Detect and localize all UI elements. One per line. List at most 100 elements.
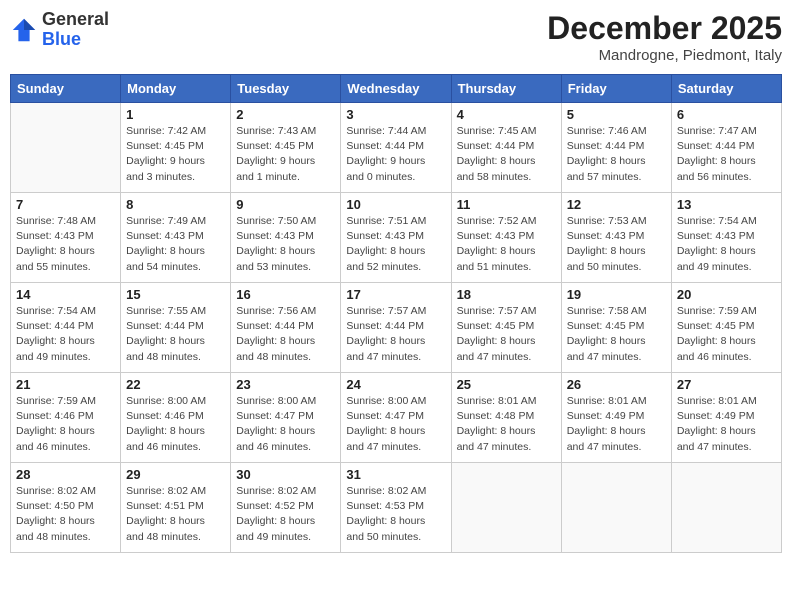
calendar-cell: 11 Sunrise: 7:52 AMSunset: 4:43 PMDayligh… — [451, 193, 561, 283]
day-info: Sunrise: 8:01 AMSunset: 4:49 PMDaylight:… — [567, 394, 666, 455]
day-number: 10 — [346, 197, 445, 212]
calendar-cell: 4Sunrise: 7:45 AMSunset: 4:44 PMDaylight… — [451, 103, 561, 193]
calendar-cell: 6Sunrise: 7:47 AMSunset: 4:44 PMDaylight… — [671, 103, 781, 193]
day-info: Sunrise: 7:51 AMSunset: 4:43 PMDaylight:… — [346, 214, 445, 275]
calendar-cell: 8 Sunrise: 7:49 AMSunset: 4:43 PMDaylight… — [121, 193, 231, 283]
day-info: Sunrise: 8:01 AMSunset: 4:49 PMDaylight:… — [677, 394, 776, 455]
calendar-cell: 22Sunrise: 8:00 AMSunset: 4:46 PMDayligh… — [121, 373, 231, 463]
calendar-cell: 7 Sunrise: 7:48 AMSunset: 4:43 PMDaylight… — [11, 193, 121, 283]
calendar-cell: 9 Sunrise: 7:50 AMSunset: 4:43 PMDaylight… — [231, 193, 341, 283]
day-number: 31 — [346, 467, 445, 482]
day-number: 1 — [126, 107, 225, 122]
day-number: 9 — [236, 197, 335, 212]
day-info: Sunrise: 8:02 AMSunset: 4:51 PMDaylight:… — [126, 484, 225, 545]
day-info: Sunrise: 7:59 AMSunset: 4:45 PMDaylight:… — [677, 304, 776, 365]
day-number: 5 — [567, 107, 666, 122]
day-info: Sunrise: 7:57 AMSunset: 4:44 PMDaylight:… — [346, 304, 445, 365]
column-header-thursday: Thursday — [451, 75, 561, 103]
day-info: Sunrise: 7:59 AMSunset: 4:46 PMDaylight:… — [16, 394, 115, 455]
week-row-3: 14Sunrise: 7:54 AMSunset: 4:44 PMDayligh… — [11, 283, 782, 373]
day-number: 12 — [567, 197, 666, 212]
day-number: 6 — [677, 107, 776, 122]
day-number: 23 — [236, 377, 335, 392]
calendar-cell: 28Sunrise: 8:02 AMSunset: 4:50 PMDayligh… — [11, 463, 121, 553]
day-number: 16 — [236, 287, 335, 302]
day-info: Sunrise: 8:00 AMSunset: 4:47 PMDaylight:… — [346, 394, 445, 455]
column-header-sunday: Sunday — [11, 75, 121, 103]
day-info: Sunrise: 7:44 AMSunset: 4:44 PMDaylight:… — [346, 124, 445, 185]
day-number: 20 — [677, 287, 776, 302]
calendar-cell: 24 Sunrise: 8:00 AMSunset: 4:47 PMDayligh… — [341, 373, 451, 463]
day-number: 7 — [16, 197, 115, 212]
day-info: Sunrise: 7:50 AMSunset: 4:43 PMDaylight:… — [236, 214, 335, 275]
day-number: 26 — [567, 377, 666, 392]
day-number: 19 — [567, 287, 666, 302]
calendar-cell: 27Sunrise: 8:01 AMSunset: 4:49 PMDayligh… — [671, 373, 781, 463]
day-number: 29 — [126, 467, 225, 482]
day-info: Sunrise: 8:02 AMSunset: 4:53 PMDaylight:… — [346, 484, 445, 545]
day-info: Sunrise: 7:54 AMSunset: 4:43 PMDaylight:… — [677, 214, 776, 275]
day-info: Sunrise: 7:52 AMSunset: 4:43 PMDaylight:… — [457, 214, 556, 275]
calendar-cell: 15 Sunrise: 7:55 AMSunset: 4:44 PMDayligh… — [121, 283, 231, 373]
calendar-cell: 16 Sunrise: 7:56 AMSunset: 4:44 PMDayligh… — [231, 283, 341, 373]
month-title: December 2025 — [547, 10, 782, 47]
day-info: Sunrise: 7:42 AMSunset: 4:45 PMDaylight:… — [126, 124, 225, 185]
calendar-cell: 10 Sunrise: 7:51 AMSunset: 4:43 PMDayligh… — [341, 193, 451, 283]
calendar-cell: 14Sunrise: 7:54 AMSunset: 4:44 PMDayligh… — [11, 283, 121, 373]
calendar-cell: 17 Sunrise: 7:57 AMSunset: 4:44 PMDayligh… — [341, 283, 451, 373]
day-number: 14 — [16, 287, 115, 302]
day-info: Sunrise: 7:45 AMSunset: 4:44 PMDaylight:… — [457, 124, 556, 185]
calendar-cell: 13 Sunrise: 7:54 AMSunset: 4:43 PMDayligh… — [671, 193, 781, 283]
day-info: Sunrise: 7:49 AMSunset: 4:43 PMDaylight:… — [126, 214, 225, 275]
calendar-cell: 29 Sunrise: 8:02 AMSunset: 4:51 PMDayligh… — [121, 463, 231, 553]
location-subtitle: Mandrogne, Piedmont, Italy — [547, 47, 782, 64]
day-number: 17 — [346, 287, 445, 302]
column-header-friday: Friday — [561, 75, 671, 103]
column-header-monday: Monday — [121, 75, 231, 103]
logo-icon — [10, 16, 38, 44]
calendar-cell: 5 Sunrise: 7:46 AMSunset: 4:44 PMDaylight… — [561, 103, 671, 193]
day-info: Sunrise: 7:46 AMSunset: 4:44 PMDaylight:… — [567, 124, 666, 185]
calendar-cell: 25 Sunrise: 8:01 AMSunset: 4:48 PMDayligh… — [451, 373, 561, 463]
logo-general-text: General — [42, 9, 109, 29]
calendar-cell: 30Sunrise: 8:02 AMSunset: 4:52 PMDayligh… — [231, 463, 341, 553]
week-row-5: 28Sunrise: 8:02 AMSunset: 4:50 PMDayligh… — [11, 463, 782, 553]
day-info: Sunrise: 7:48 AMSunset: 4:43 PMDaylight:… — [16, 214, 115, 275]
day-info: Sunrise: 7:56 AMSunset: 4:44 PMDaylight:… — [236, 304, 335, 365]
day-number: 24 — [346, 377, 445, 392]
day-info: Sunrise: 8:01 AMSunset: 4:48 PMDaylight:… — [457, 394, 556, 455]
calendar-cell — [671, 463, 781, 553]
calendar-header-row: SundayMondayTuesdayWednesdayThursdayFrid… — [11, 75, 782, 103]
calendar: SundayMondayTuesdayWednesdayThursdayFrid… — [10, 74, 782, 553]
calendar-cell — [561, 463, 671, 553]
logo: General Blue — [10, 10, 109, 50]
day-info: Sunrise: 7:43 AMSunset: 4:45 PMDaylight:… — [236, 124, 335, 185]
week-row-2: 7 Sunrise: 7:48 AMSunset: 4:43 PMDaylight… — [11, 193, 782, 283]
day-number: 15 — [126, 287, 225, 302]
day-number: 3 — [346, 107, 445, 122]
calendar-cell: 12 Sunrise: 7:53 AMSunset: 4:43 PMDayligh… — [561, 193, 671, 283]
day-info: Sunrise: 7:58 AMSunset: 4:45 PMDaylight:… — [567, 304, 666, 365]
day-number: 13 — [677, 197, 776, 212]
day-info: Sunrise: 8:00 AMSunset: 4:46 PMDaylight:… — [126, 394, 225, 455]
day-info: Sunrise: 7:53 AMSunset: 4:43 PMDaylight:… — [567, 214, 666, 275]
day-info: Sunrise: 8:02 AMSunset: 4:52 PMDaylight:… — [236, 484, 335, 545]
column-header-wednesday: Wednesday — [341, 75, 451, 103]
day-number: 25 — [457, 377, 556, 392]
week-row-1: 1 Sunrise: 7:42 AMSunset: 4:45 PMDaylight… — [11, 103, 782, 193]
calendar-cell: 31 Sunrise: 8:02 AMSunset: 4:53 PMDayligh… — [341, 463, 451, 553]
calendar-cell: 20 Sunrise: 7:59 AMSunset: 4:45 PMDayligh… — [671, 283, 781, 373]
calendar-cell: 2Sunrise: 7:43 AMSunset: 4:45 PMDaylight… — [231, 103, 341, 193]
day-number: 11 — [457, 197, 556, 212]
column-header-saturday: Saturday — [671, 75, 781, 103]
day-number: 8 — [126, 197, 225, 212]
day-number: 21 — [16, 377, 115, 392]
day-info: Sunrise: 7:55 AMSunset: 4:44 PMDaylight:… — [126, 304, 225, 365]
day-info: Sunrise: 8:02 AMSunset: 4:50 PMDaylight:… — [16, 484, 115, 545]
day-number: 18 — [457, 287, 556, 302]
calendar-cell: 1 Sunrise: 7:42 AMSunset: 4:45 PMDaylight… — [121, 103, 231, 193]
calendar-cell: 21 Sunrise: 7:59 AMSunset: 4:46 PMDayligh… — [11, 373, 121, 463]
week-row-4: 21 Sunrise: 7:59 AMSunset: 4:46 PMDayligh… — [11, 373, 782, 463]
title-area: December 2025 Mandrogne, Piedmont, Italy — [547, 10, 782, 64]
logo-blue-text: Blue — [42, 29, 81, 49]
